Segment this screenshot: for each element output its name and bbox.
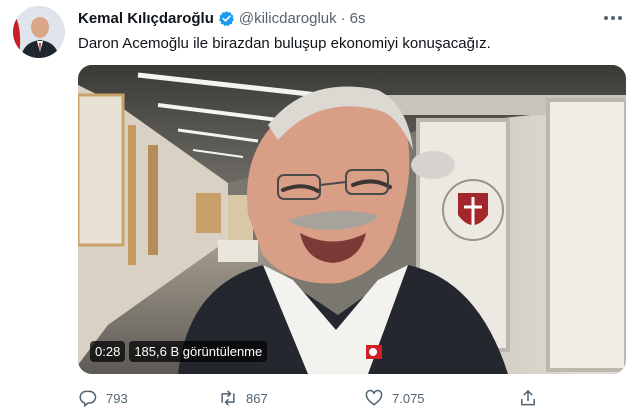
share-button[interactable] [518, 388, 538, 408]
share-icon [521, 390, 535, 406]
video-overlay: 0:28 185,6 B görüntülenme [90, 341, 268, 362]
retweet-count: 867 [246, 390, 268, 406]
like-button[interactable]: 7.075 [364, 388, 425, 408]
author-handle[interactable]: @kilicdarogluk [239, 10, 337, 27]
tweet-card[interactable]: Kemal Kılıçdaroğlu @kilicdarogluk · 6s D… [0, 0, 640, 419]
like-count: 7.075 [392, 390, 425, 406]
video-duration: 0:28 [90, 341, 126, 362]
video-player[interactable]: 0:28 185,6 B görüntülenme [78, 65, 626, 374]
retweet-icon [221, 390, 235, 406]
reply-button[interactable]: 793 [78, 388, 128, 408]
reply-icon [79, 390, 97, 407]
tweet-text: Daron Acemoğlu ile birazdan buluşup ekon… [78, 35, 491, 52]
video-view-count: 185,6 B görüntülenme [129, 341, 268, 362]
reply-count: 793 [106, 390, 128, 406]
author-name[interactable]: Kemal Kılıçdaroğlu [78, 10, 214, 27]
avatar[interactable] [13, 6, 65, 58]
separator-dot: · [340, 9, 346, 27]
action-bar: 793 867 7.075 [78, 388, 626, 410]
verified-badge-icon [218, 10, 235, 27]
like-icon [365, 389, 383, 406]
tweet-timestamp[interactable]: 6s [350, 10, 366, 27]
tweet-header: Kemal Kılıçdaroğlu @kilicdarogluk · 6s [78, 8, 365, 28]
retweet-button[interactable]: 867 [218, 388, 268, 408]
more-options-icon[interactable] [600, 8, 626, 28]
video-thumbnail [78, 65, 626, 374]
